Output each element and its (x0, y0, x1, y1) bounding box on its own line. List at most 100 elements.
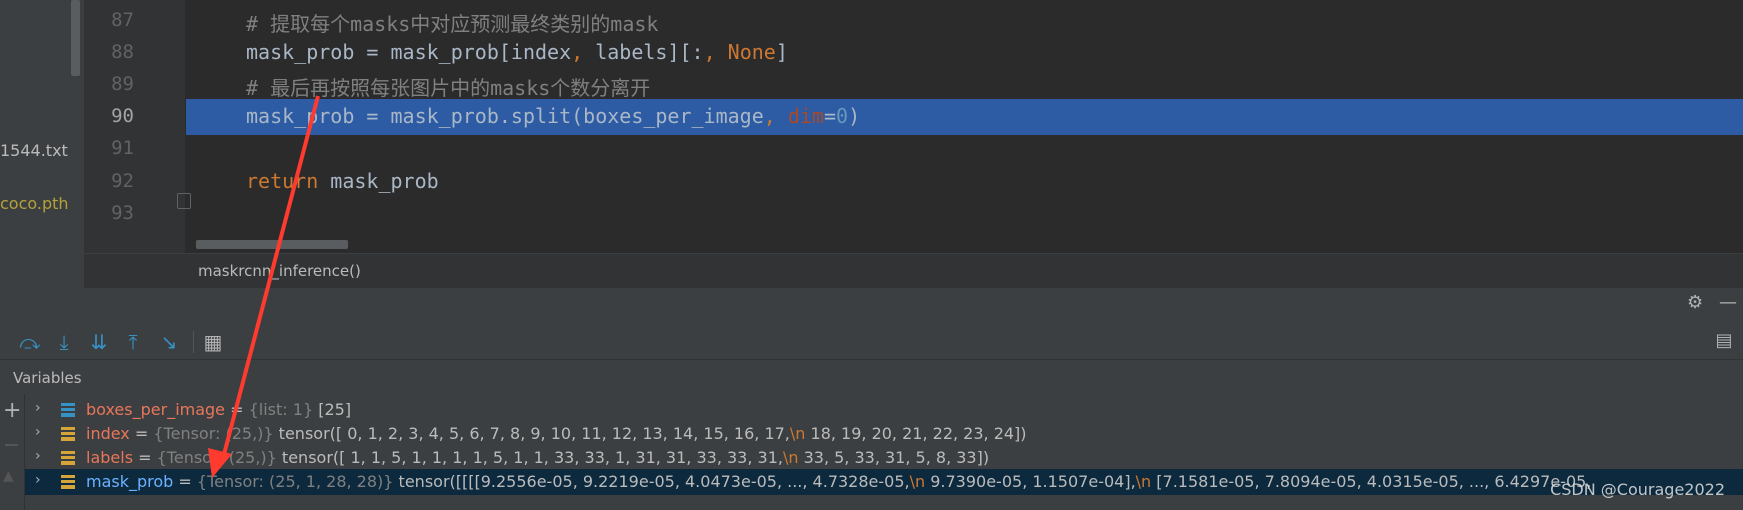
gear-icon[interactable]: ⚙ (1687, 294, 1705, 312)
code-token: return (246, 169, 319, 193)
code-token: 0 (836, 104, 849, 128)
project-file-pth[interactable]: coco.pth (0, 194, 69, 213)
code-line-90-current[interactable]: 90 mask_prob = mask_prob.split(boxes_per… (84, 99, 1743, 135)
variable-type: {Tensor: (25, 1, 28, 28)} (196, 472, 394, 491)
tensor-type-icon (61, 475, 75, 489)
code-token: None (715, 40, 776, 64)
variable-equals: = (129, 424, 154, 443)
code-token: = (823, 104, 837, 128)
step-over-icon[interactable]: ⤼ (18, 330, 42, 354)
line-number: 87 (111, 9, 134, 31)
code-text: mask_prob = mask_prob[index, labels][:, … (246, 40, 788, 64)
code-text: return mask_prob (246, 169, 439, 193)
variable-row-mask-prob[interactable]: › mask_prob = {Tensor: (25, 1, 28, 28)} … (25, 469, 1743, 495)
debug-panel-header: ⚙ — (0, 288, 1743, 318)
variable-value-cont: 18, 19, 20, 21, 22, 23, 24]) (805, 424, 1027, 443)
variable-value-cont: 9.7390e-05, 1.1507e-04], (925, 472, 1136, 491)
step-into-my-code-icon[interactable]: ⇊ (87, 330, 111, 354)
code-editor[interactable]: 87 # 提取每个masks中对应预测最终类别的mask 88 mask_pro… (84, 0, 1743, 253)
variable-value: tensor([[[[9.2556e-05, 9.2219e-05, 4.047… (393, 472, 910, 491)
watches-side-toolbar: + ▲ (0, 394, 25, 510)
step-out-icon[interactable]: ⤒ (121, 330, 145, 354)
debugger-toolbar: ⤼ ⤓ ⇊ ⤒ ↘ ▦ ▤ (0, 325, 1743, 360)
code-comment: # 提取每个masks中对应预测最终类别的mask (246, 12, 659, 36)
variable-equals: = (225, 400, 249, 419)
variable-name: boxes_per_image (86, 400, 226, 419)
chevron-right-icon[interactable]: › (35, 472, 41, 488)
variable-text: index = {Tensor: (25,)} tensor([ 0, 1, 2… (86, 424, 1027, 443)
line-number: 93 (111, 202, 134, 224)
line-number: 89 (111, 73, 134, 95)
variable-equals: = (173, 472, 197, 491)
variable-name: index (86, 424, 130, 443)
evaluate-expression-icon[interactable]: ▦ (201, 330, 225, 354)
code-token: , (763, 104, 776, 128)
watermark: CSDN @Courage2022 (1550, 480, 1725, 499)
variable-equals: = (133, 448, 157, 467)
variable-value: tensor([ 0, 1, 2, 3, 4, 5, 6, 7, 8, 9, 1… (273, 424, 790, 443)
code-token: ) (848, 104, 861, 128)
breadcrumb-bar: maskrcnn_inference() (84, 253, 1743, 289)
toolbar-separator (193, 331, 194, 353)
chevron-right-icon[interactable]: › (35, 448, 41, 464)
variable-name: labels (86, 448, 134, 467)
variable-value-cont: 33, 5, 33, 31, 5, 8, 33]) (798, 448, 990, 467)
variable-type: {Tensor: (25,)} (156, 448, 277, 467)
code-line-93[interactable]: 93 (84, 196, 1743, 232)
chevron-right-icon[interactable]: › (35, 424, 41, 440)
code-token: , (703, 40, 716, 64)
tensor-type-icon (61, 451, 75, 465)
variable-row-boxes-per-image[interactable]: › boxes_per_image = {list: 1} [25] (25, 397, 1743, 423)
code-line-92[interactable]: 92 return mask_prob (84, 164, 1743, 200)
code-text: mask_prob = mask_prob.split(boxes_per_im… (246, 104, 860, 128)
tensor-type-icon (61, 427, 75, 441)
code-token: labels][: (583, 40, 704, 64)
move-up-icon[interactable]: ▲ (3, 468, 14, 484)
variables-title: Variables (13, 369, 82, 387)
variable-row-index[interactable]: › index = {Tensor: (25,)} tensor([ 0, 1,… (25, 421, 1743, 447)
newline-marker: \n (1135, 472, 1152, 491)
code-token: , (571, 40, 584, 64)
code-line-88[interactable]: 88 mask_prob = mask_prob[index, labels][… (84, 35, 1743, 71)
code-line-89[interactable]: 89 # 最后再按照每张图片中的masks个数分离开 (84, 67, 1743, 103)
variable-text: mask_prob = {Tensor: (25, 1, 28, 28)} te… (86, 472, 1591, 491)
run-to-cursor-icon[interactable]: ↘ (157, 330, 181, 354)
step-into-icon[interactable]: ⤓ (52, 330, 76, 354)
editor-horizontal-scrollbar[interactable] (196, 240, 348, 249)
line-number: 90 (111, 105, 134, 127)
variable-value-cont: [7.1581e-05, 7.8094e-05, 4.0315e-05, ...… (1151, 472, 1592, 491)
code-line-91[interactable]: 91 (84, 131, 1743, 167)
code-line-87[interactable]: 87 # 提取每个masks中对应预测最终类别的mask (84, 3, 1743, 39)
variable-text: labels = {Tensor: (25,)} tensor([ 1, 1, … (86, 448, 989, 467)
code-comment: # 最后再按照每张图片中的masks个数分离开 (246, 76, 651, 100)
debug-panel: ⚙ — ⤼ ⤓ ⇊ ⤒ ↘ ▦ ▤ Variables + ▲ › boxes_… (0, 288, 1743, 510)
remove-watch-icon[interactable] (5, 444, 18, 446)
variable-text: boxes_per_image = {list: 1} [25] (86, 400, 351, 419)
variable-value: tensor([ 1, 1, 5, 1, 1, 1, 1, 5, 1, 1, 3… (276, 448, 783, 467)
code-token: mask_prob (318, 169, 439, 193)
code-token: mask_prob = mask_prob.split(boxes_per_im… (246, 104, 764, 128)
project-tree-scrollbar[interactable] (71, 0, 80, 76)
variables-header: Variables (0, 360, 1743, 394)
variable-name: mask_prob (86, 472, 174, 491)
line-number: 91 (111, 137, 134, 159)
code-text: # 最后再按照每张图片中的masks个数分离开 (246, 72, 650, 101)
variable-row-labels[interactable]: › labels = {Tensor: (25,)} tensor([ 1, 1… (25, 445, 1743, 471)
layout-settings-icon[interactable]: ▤ (1713, 330, 1735, 352)
project-tree-panel: 1544.txt coco.pth (0, 0, 84, 288)
newline-marker: \n (782, 448, 799, 467)
chevron-right-icon[interactable]: › (35, 400, 41, 416)
add-watch-icon[interactable]: + (3, 400, 21, 422)
variable-type: {list: 1} (248, 400, 314, 419)
line-number: 92 (111, 170, 134, 192)
minimize-icon[interactable]: — (1719, 294, 1737, 312)
code-token: dim (775, 104, 824, 128)
breadcrumb[interactable]: maskrcnn_inference() (198, 262, 361, 280)
project-file-txt[interactable]: 1544.txt (0, 141, 68, 160)
fold-marker-icon[interactable] (177, 193, 191, 209)
newline-marker: \n (789, 424, 806, 443)
variable-value: [25] (313, 400, 352, 419)
newline-marker: \n (909, 472, 926, 491)
list-type-icon (61, 403, 75, 417)
code-text: # 提取每个masks中对应预测最终类别的mask (246, 8, 658, 37)
